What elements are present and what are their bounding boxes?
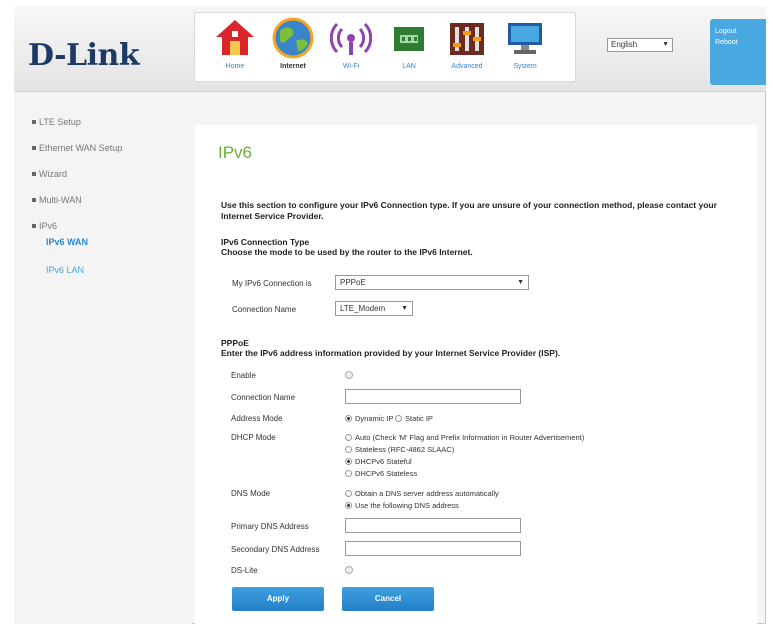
ds-lite-label: DS-Lite <box>231 566 258 575</box>
nav-lan[interactable]: LAN <box>383 17 435 79</box>
nav-lan-label: LAN <box>402 63 416 70</box>
language-value: English <box>611 40 638 49</box>
dhcpv6-stateless-radio[interactable] <box>345 470 352 477</box>
dlink-logo: D-Link <box>28 38 140 73</box>
reboot-link[interactable]: Reboot <box>715 37 761 48</box>
chevron-down-icon: ▼ <box>662 41 669 48</box>
dns-mode-label: DNS Mode <box>231 489 271 498</box>
dhcpv6-stateful-label: DHCPv6 Stateful <box>355 457 412 466</box>
static-ip-label: Static IP <box>405 414 433 423</box>
dns-auto-label: Obtain a DNS server address automaticall… <box>355 489 499 498</box>
logout-panel: Logout Reboot <box>710 19 766 85</box>
dynamic-ip-radio[interactable] <box>345 415 352 422</box>
dhcpv6-stateful-radio[interactable] <box>345 458 352 465</box>
cancel-button[interactable]: Cancel <box>342 587 434 611</box>
pppoe-heading: PPPoE <box>221 338 249 348</box>
dhcp-stateless-slaac-radio[interactable] <box>345 446 352 453</box>
home-icon <box>216 20 254 55</box>
secondary-dns-input[interactable] <box>345 541 521 556</box>
dhcp-auto-label: Auto (Check 'M' Flag and Prefix Informat… <box>355 433 585 442</box>
secondary-dns-label: Secondary DNS Address <box>231 545 320 554</box>
main-nav: Home Internet Wi-Fi LAN Advanced System <box>194 12 576 82</box>
primary-dns-label: Primary DNS Address <box>231 522 309 531</box>
nav-internet-label: Internet <box>280 63 306 70</box>
chevron-down-icon: ▼ <box>401 305 408 312</box>
connection-name-select[interactable]: LTE_Modem ▼ <box>335 301 413 316</box>
nav-advanced-label: Advanced <box>451 63 483 70</box>
sidebar-item-lte-setup[interactable]: LTE Setup <box>32 117 81 127</box>
intro-text: Use this section to configure your IPv6 … <box>221 200 717 221</box>
conn-name-label: Connection Name <box>232 305 297 314</box>
sidebar-item-wizard[interactable]: Wizard <box>32 169 67 179</box>
nav-wifi[interactable]: Wi-Fi <box>325 17 377 79</box>
bullet-icon <box>32 120 36 124</box>
dhcp-stateless-slaac-label: Stateless (RFC-4862 SLAAC) <box>355 445 455 454</box>
nav-wifi-label: Wi-Fi <box>342 63 360 70</box>
dns-manual-radio[interactable] <box>345 502 352 509</box>
chevron-down-icon: ▼ <box>517 279 524 286</box>
address-mode-label: Address Mode <box>231 414 283 423</box>
logout-link[interactable]: Logout <box>715 26 761 37</box>
pppoe-connection-name-input[interactable] <box>345 389 521 404</box>
dynamic-ip-label: Dynamic IP <box>355 414 394 423</box>
ipv6-connection-select[interactable]: PPPoE ▼ <box>335 275 529 290</box>
language-select[interactable]: English ▼ <box>607 38 673 52</box>
bullet-icon <box>32 198 36 202</box>
sidebar-subitem-ipv6-wan[interactable]: IPv6 WAN <box>46 237 88 247</box>
dhcp-mode-label: DHCP Mode <box>231 433 276 442</box>
nav-internet[interactable]: Internet <box>267 17 319 79</box>
bullet-icon <box>32 146 36 150</box>
bullet-icon <box>32 224 36 228</box>
primary-dns-input[interactable] <box>345 518 521 533</box>
advanced-icon <box>450 23 484 55</box>
pppoe-conn-name-label: Connection Name <box>231 393 296 402</box>
wifi-icon <box>330 22 372 55</box>
dns-manual-label: Use the following DNS address <box>355 501 459 510</box>
internet-globe-icon <box>272 17 314 59</box>
dhcpv6-stateless-label: DHCPv6 Stateless <box>355 469 418 478</box>
sidebar-item-ipv6[interactable]: IPv6 <box>32 221 57 231</box>
page-title: IPv6 <box>218 143 253 162</box>
nav-system[interactable]: System <box>499 17 551 79</box>
dns-auto-radio[interactable] <box>345 490 352 497</box>
enable-checkbox[interactable] <box>345 371 353 379</box>
dhcp-auto-radio[interactable] <box>345 434 352 441</box>
static-ip-radio[interactable] <box>395 415 402 422</box>
apply-button[interactable]: Apply <box>232 587 324 611</box>
sidebar-subitem-ipv6-lan[interactable]: IPv6 LAN <box>46 265 84 275</box>
enable-label: Enable <box>231 371 256 380</box>
system-icon <box>508 23 542 54</box>
nav-advanced[interactable]: Advanced <box>441 17 493 79</box>
conn-type-heading: IPv6 Connection Type <box>221 237 310 247</box>
nav-home[interactable]: Home <box>209 17 261 79</box>
ds-lite-checkbox[interactable] <box>345 566 353 574</box>
sidebar-item-multi-wan[interactable]: Multi-WAN <box>32 195 82 205</box>
sidebar-item-ethernet-wan[interactable]: Ethernet WAN Setup <box>32 143 122 153</box>
pppoe-desc: Enter the IPv6 address information provi… <box>221 348 561 358</box>
bullet-icon <box>32 172 36 176</box>
conn-type-desc: Choose the mode to be used by the router… <box>221 247 473 257</box>
nav-home-label: Home <box>225 63 245 70</box>
my-conn-label: My IPv6 Connection is <box>232 279 312 288</box>
nav-system-label: System <box>513 63 537 70</box>
lan-icon <box>394 27 424 51</box>
